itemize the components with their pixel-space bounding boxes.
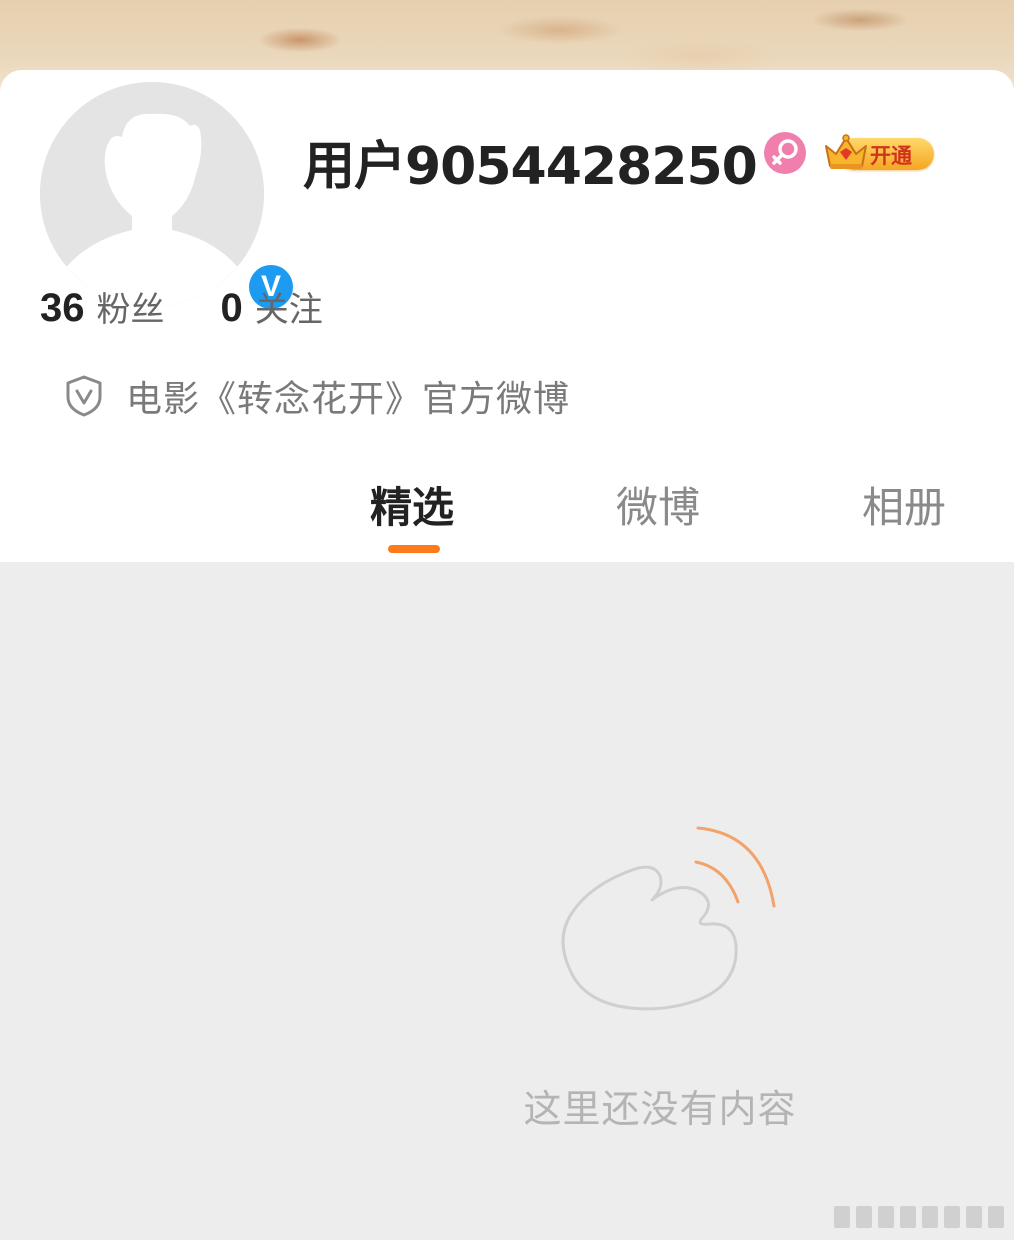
vip-open-button[interactable]: 开通 [822,132,936,174]
following-label[interactable]: 关注 [255,282,323,331]
vip-label: 开通 [870,144,912,168]
followers-label[interactable]: 粉丝 [97,282,165,331]
stats-bar: 36 粉丝 0 关注 [40,282,323,332]
watermark [828,1206,1004,1228]
tab-weibo[interactable]: 微博 [616,474,700,535]
tab-album[interactable]: 相册 [862,474,946,535]
profile-tabs: 精选 微博 相册 [0,470,1014,560]
avatar-placeholder-icon [40,82,264,306]
empty-hand-icon [561,826,776,1011]
followers-count[interactable]: 36 [40,286,85,331]
avatar[interactable]: V [34,76,298,314]
tab-featured[interactable]: 精选 [370,474,454,535]
following-count[interactable]: 0 [221,286,243,331]
verification-info: 电影《转念花开》官方微博 [62,370,570,422]
username: 用户9054428250 [303,137,758,197]
empty-state-message: 这里还没有内容 [523,1087,797,1131]
crown-icon [825,134,867,169]
female-icon [764,132,806,174]
profile-card: V 用户9054428250 开通 36 粉丝 0 关注 电影《转念花开》官方微… [0,70,1014,562]
verification-text: 电影《转念花开》官方微博 [126,379,571,420]
active-tab-indicator [388,545,440,553]
shield-v-icon [66,375,102,417]
